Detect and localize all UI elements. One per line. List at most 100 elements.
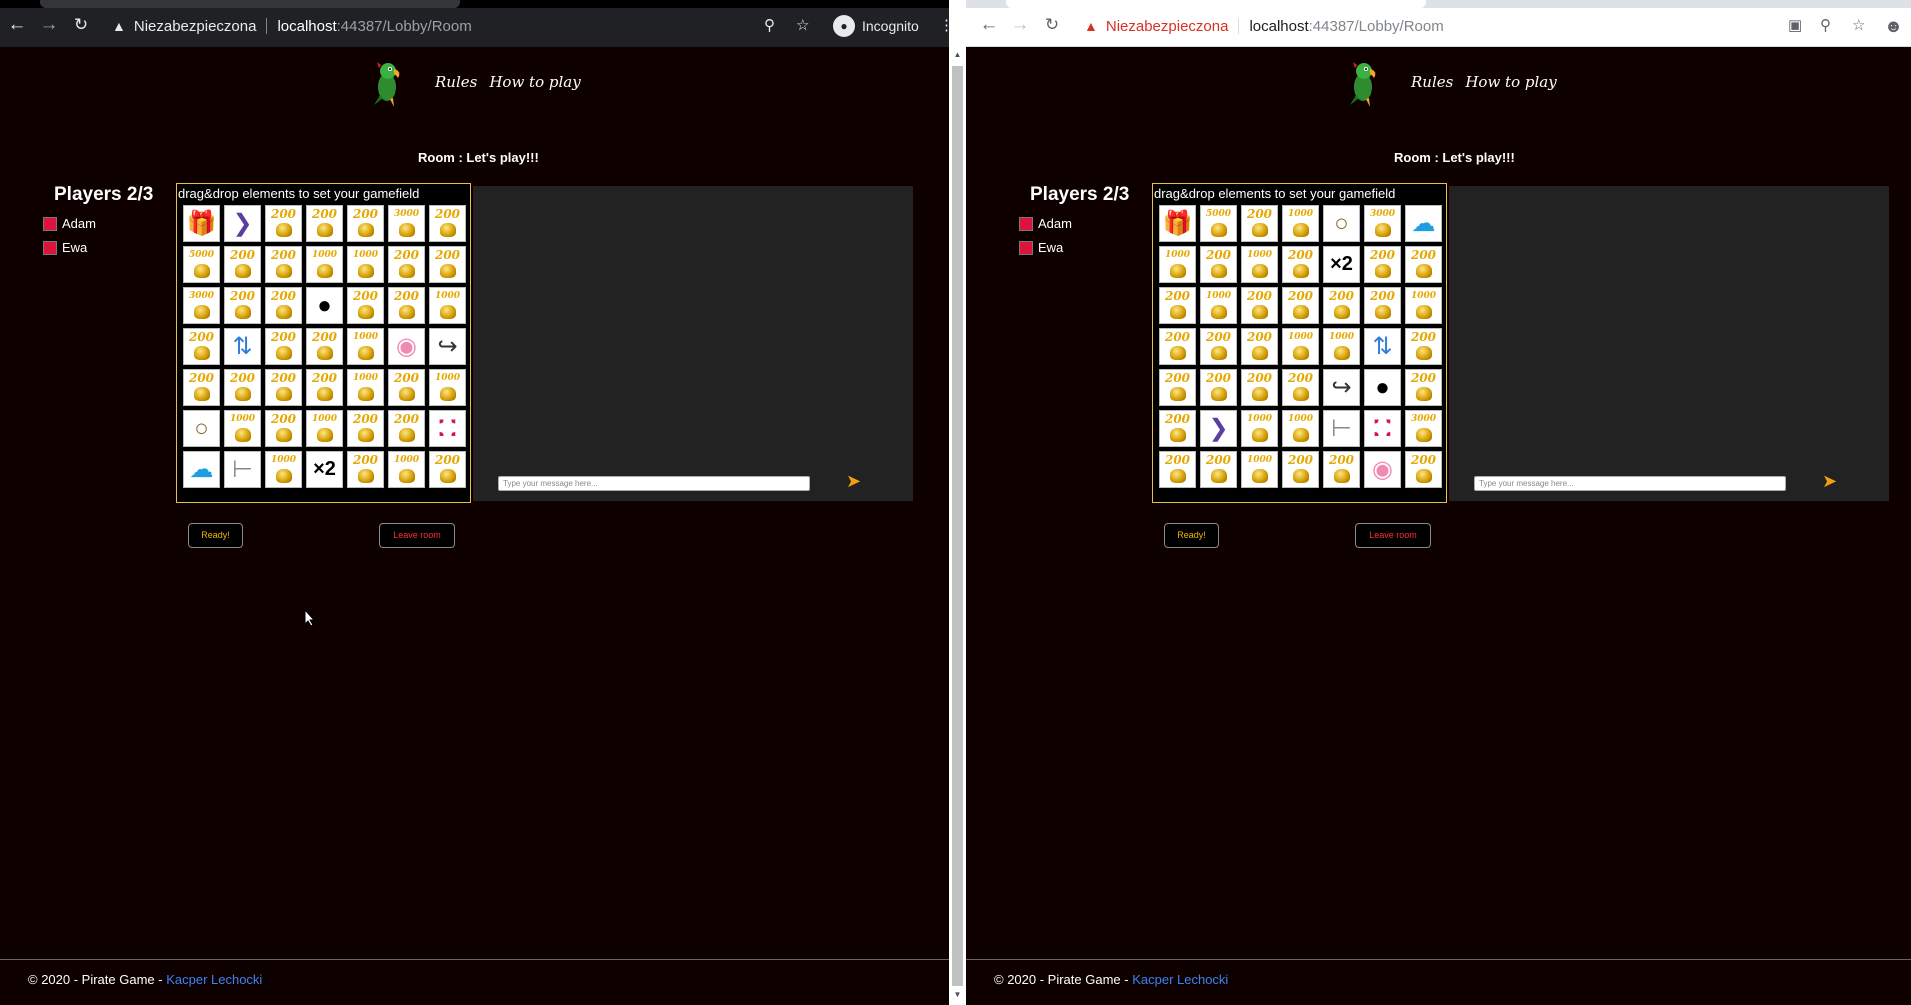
gold-1000-tile[interactable]: 1000 bbox=[224, 410, 261, 447]
hook-tile-icon[interactable]: ↪ bbox=[429, 328, 466, 365]
gold-200-tile[interactable]: 200 bbox=[388, 369, 425, 406]
gold-200-tile[interactable]: 200 bbox=[1159, 451, 1196, 488]
gold-5000-tile[interactable]: 5000 bbox=[1200, 205, 1237, 242]
blob-tile-icon[interactable]: ☁ bbox=[183, 451, 220, 488]
gun-tile-icon[interactable]: ⊢ bbox=[224, 451, 261, 488]
translate-icon[interactable]: ▣ bbox=[1788, 16, 1802, 36]
scroll-down-icon[interactable]: ▼ bbox=[952, 990, 963, 999]
bomb-tile-icon[interactable]: ● bbox=[306, 287, 343, 324]
gold-200-tile[interactable]: 200 bbox=[265, 205, 302, 242]
gold-3000-tile[interactable]: 3000 bbox=[1364, 205, 1401, 242]
gold-200-tile[interactable]: 200 bbox=[347, 287, 384, 324]
incognito-indicator[interactable]: ● Incognito bbox=[833, 14, 919, 38]
gold-200-tile[interactable]: 200 bbox=[1323, 287, 1360, 324]
ready-button[interactable]: Ready! bbox=[1164, 523, 1219, 548]
gold-1000-tile[interactable]: 1000 bbox=[1282, 328, 1319, 365]
active-tab[interactable] bbox=[40, 0, 460, 8]
gold-200-tile[interactable]: 200 bbox=[265, 328, 302, 365]
gold-200-tile[interactable]: 200 bbox=[1241, 287, 1278, 324]
gold-200-tile[interactable]: 200 bbox=[1405, 451, 1442, 488]
gold-200-tile[interactable]: 200 bbox=[1364, 287, 1401, 324]
gold-200-tile[interactable]: 200 bbox=[1200, 451, 1237, 488]
gold-200-tile[interactable]: 200 bbox=[1323, 451, 1360, 488]
gold-200-tile[interactable]: 200 bbox=[265, 410, 302, 447]
author-link[interactable]: Kacper Lechocki bbox=[1132, 972, 1228, 987]
gold-200-tile[interactable]: 200 bbox=[306, 328, 343, 365]
gold-5000-tile[interactable]: 5000 bbox=[183, 246, 220, 283]
scroll-up-icon[interactable]: ▲ bbox=[952, 50, 963, 59]
scroll-thumb[interactable] bbox=[952, 66, 963, 986]
shield-tile-icon[interactable]: ⛚ bbox=[429, 410, 466, 447]
bookmark-star-icon[interactable]: ☆ bbox=[796, 16, 809, 36]
leave-room-button[interactable]: Leave room bbox=[379, 523, 455, 548]
gold-200-tile[interactable]: 200 bbox=[1405, 328, 1442, 365]
gold-200-tile[interactable]: 200 bbox=[1282, 451, 1319, 488]
pig-tile-icon[interactable]: ◉ bbox=[1364, 451, 1401, 488]
parrot-logo-icon[interactable] bbox=[1346, 61, 1380, 107]
x2-tile-icon[interactable]: ×2 bbox=[1323, 246, 1360, 283]
gold-3000-tile[interactable]: 3000 bbox=[388, 205, 425, 242]
profile-avatar-icon[interactable]: ☻ bbox=[1884, 16, 1903, 36]
gold-200-tile[interactable]: 200 bbox=[347, 205, 384, 242]
zoom-icon[interactable]: ⚲ bbox=[1820, 16, 1831, 36]
gold-3000-tile[interactable]: 3000 bbox=[1405, 410, 1442, 447]
active-tab[interactable] bbox=[1006, 0, 1426, 8]
menu-icon[interactable]: ⋮ bbox=[939, 16, 949, 36]
gold-200-tile[interactable]: 200 bbox=[183, 328, 220, 365]
gold-1000-tile[interactable]: 1000 bbox=[1200, 287, 1237, 324]
forward-icon[interactable]: → bbox=[38, 14, 60, 36]
gold-200-tile[interactable]: 200 bbox=[1405, 246, 1442, 283]
gold-200-tile[interactable]: 200 bbox=[265, 369, 302, 406]
nav-how-to-play-link[interactable]: How to play bbox=[489, 73, 580, 91]
gold-200-tile[interactable]: 200 bbox=[1200, 328, 1237, 365]
x2-tile-icon[interactable]: ×2 bbox=[306, 451, 343, 488]
gold-200-tile[interactable]: 200 bbox=[1405, 369, 1442, 406]
gold-200-tile[interactable]: 200 bbox=[306, 205, 343, 242]
nav-how-to-play-link[interactable]: How to play bbox=[1465, 73, 1556, 91]
gold-200-tile[interactable]: 200 bbox=[306, 369, 343, 406]
gold-3000-tile[interactable]: 3000 bbox=[183, 287, 220, 324]
gift-tile-icon[interactable]: 🎁 bbox=[183, 205, 220, 242]
gold-1000-tile[interactable]: 1000 bbox=[306, 410, 343, 447]
gold-200-tile[interactable]: 200 bbox=[347, 451, 384, 488]
gold-1000-tile[interactable]: 1000 bbox=[1241, 246, 1278, 283]
nav-rules-link[interactable]: Rules bbox=[1411, 73, 1453, 91]
gold-1000-tile[interactable]: 1000 bbox=[1241, 451, 1278, 488]
left-window-scrollbar[interactable]: ▲ ▼ bbox=[949, 0, 966, 1005]
pig-tile-icon[interactable]: ◉ bbox=[388, 328, 425, 365]
gold-1000-tile[interactable]: 1000 bbox=[347, 328, 384, 365]
address-bar[interactable]: ▲ Niezabezpieczona localhost:44387/Lobby… bbox=[1084, 16, 1444, 36]
gold-1000-tile[interactable]: 1000 bbox=[1323, 328, 1360, 365]
gold-200-tile[interactable]: 200 bbox=[1241, 205, 1278, 242]
gold-200-tile[interactable]: 200 bbox=[1159, 369, 1196, 406]
chat-message-input[interactable]: Type your message here... bbox=[1474, 476, 1786, 491]
swap-tile-icon[interactable]: ⇅ bbox=[224, 328, 261, 365]
parrot-logo-icon[interactable] bbox=[370, 61, 404, 107]
gold-1000-tile[interactable]: 1000 bbox=[429, 369, 466, 406]
gold-1000-tile[interactable]: 1000 bbox=[1405, 287, 1442, 324]
gold-200-tile[interactable]: 200 bbox=[1159, 287, 1196, 324]
mirror-tile-icon[interactable]: ○ bbox=[183, 410, 220, 447]
gold-200-tile[interactable]: 200 bbox=[388, 246, 425, 283]
author-link[interactable]: Kacper Lechocki bbox=[166, 972, 262, 987]
gold-200-tile[interactable]: 200 bbox=[224, 369, 261, 406]
gold-1000-tile[interactable]: 1000 bbox=[265, 451, 302, 488]
gold-1000-tile[interactable]: 1000 bbox=[1159, 246, 1196, 283]
blob-tile-icon[interactable]: ☁ bbox=[1405, 205, 1442, 242]
gift-tile-icon[interactable]: 🎁 bbox=[1159, 205, 1196, 242]
next-tile-icon[interactable]: ❯ bbox=[224, 205, 261, 242]
send-icon[interactable]: ➤ bbox=[846, 471, 864, 491]
gold-200-tile[interactable]: 200 bbox=[1282, 287, 1319, 324]
gun-tile-icon[interactable]: ⊢ bbox=[1323, 410, 1360, 447]
gold-200-tile[interactable]: 200 bbox=[1159, 410, 1196, 447]
zoom-icon[interactable]: ⚲ bbox=[764, 16, 775, 36]
gold-200-tile[interactable]: 200 bbox=[429, 451, 466, 488]
swap-tile-icon[interactable]: ⇅ bbox=[1364, 328, 1401, 365]
gold-200-tile[interactable]: 200 bbox=[265, 246, 302, 283]
gold-200-tile[interactable]: 200 bbox=[224, 246, 261, 283]
gold-1000-tile[interactable]: 1000 bbox=[388, 451, 425, 488]
gold-1000-tile[interactable]: 1000 bbox=[429, 287, 466, 324]
hook-tile-icon[interactable]: ↪ bbox=[1323, 369, 1360, 406]
gold-1000-tile[interactable]: 1000 bbox=[1241, 410, 1278, 447]
reload-icon[interactable]: ↻ bbox=[1041, 14, 1063, 36]
